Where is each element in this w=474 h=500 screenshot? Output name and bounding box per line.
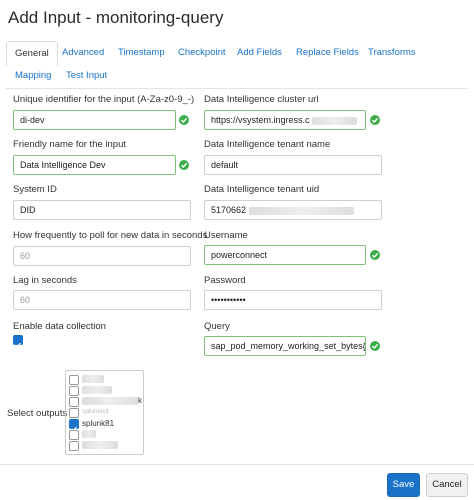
cluster-url-input[interactable]: https://vsystem.ingress.c [204, 110, 366, 130]
tab-general[interactable]: General [6, 41, 58, 66]
tenant-uid-input[interactable]: 5170662 [204, 200, 382, 220]
modal-title: Add Input - monitoring-query [8, 8, 224, 27]
friendly-name-input[interactable]: Data Intelligence Dev [13, 155, 176, 175]
tenant-name-input[interactable]: default [204, 155, 382, 175]
query-valid-icon [370, 341, 380, 351]
tab-transforms[interactable]: Transforms [368, 47, 416, 58]
friendly-label: Friendly name for the input [13, 139, 127, 150]
output-checkbox-2[interactable] [69, 386, 79, 396]
tab-add-fields[interactable]: Add Fields [237, 47, 282, 58]
tenant-name-label: Data Intelligence tenant name [204, 139, 331, 150]
output-checkbox-splunk81[interactable] [69, 419, 79, 432]
username-input[interactable]: powerconnect [204, 245, 366, 265]
enable-collection-checkbox[interactable] [13, 335, 23, 348]
query-input[interactable]: sap_pod_memory_working_set_bytes{a [204, 336, 366, 356]
cluster-url-valid-icon [370, 115, 380, 125]
cancel-button[interactable]: Cancel [426, 473, 468, 497]
tab-divider [6, 88, 468, 89]
lag-label: Lag in seconds [13, 275, 77, 286]
output-checkbox-7[interactable] [69, 441, 79, 451]
poll-interval-input[interactable]: 60 [13, 246, 191, 266]
tab-advanced[interactable]: Advanced [62, 47, 104, 58]
tab-checkpoint[interactable]: Checkpoint [178, 47, 226, 58]
tab-timestamp[interactable]: Timestamp [118, 47, 165, 58]
system-id-label: System ID [13, 184, 57, 195]
tenant-uid-label: Data Intelligence tenant uid [204, 184, 320, 195]
password-input[interactable]: ••••••••••• [204, 290, 382, 310]
output-checkbox-1[interactable] [69, 375, 79, 385]
enable-label: Enable data collection [13, 321, 106, 332]
save-button[interactable]: Save [387, 473, 420, 497]
footer-divider [0, 464, 474, 465]
tab-mapping[interactable]: Mapping [15, 70, 51, 81]
checkmark-icon [15, 342, 21, 348]
cluster-url-value: https://vsystem.ingress.c [211, 115, 310, 125]
friendly-valid-icon [179, 160, 189, 170]
outputs-list[interactable]: k splunkicit splunk81 [65, 370, 144, 455]
outputs-label: Select outputs [7, 408, 68, 419]
output-label-splunk81: splunk81 [82, 419, 115, 428]
output-text-partial: k [138, 396, 142, 405]
cluster-url-label: Data Intelligence cluster url [204, 94, 319, 105]
uid-valid-icon [179, 115, 189, 125]
lag-input[interactable]: 60 [13, 290, 191, 310]
tab-replace-fields[interactable]: Replace Fields [296, 47, 359, 58]
uid-label: Unique identifier for the input (A-Za-z0… [13, 94, 195, 105]
output-checkbox-3[interactable] [69, 397, 79, 407]
system-id-input[interactable]: DID [13, 200, 191, 220]
password-label: Password [204, 275, 246, 286]
output-checkbox-4[interactable] [69, 408, 79, 418]
username-valid-icon [370, 250, 380, 260]
tenant-uid-value: 5170662 [211, 205, 247, 215]
tab-test-input[interactable]: Test Input [66, 70, 107, 81]
username-label: Username [204, 230, 248, 241]
output-checkbox-6[interactable] [69, 430, 79, 440]
output-text-partial-2: splunkicit [82, 408, 109, 415]
uid-input[interactable]: di-dev [13, 110, 176, 130]
query-label: Query [204, 321, 230, 332]
poll-label: How frequently to poll for new data in s… [13, 230, 208, 241]
